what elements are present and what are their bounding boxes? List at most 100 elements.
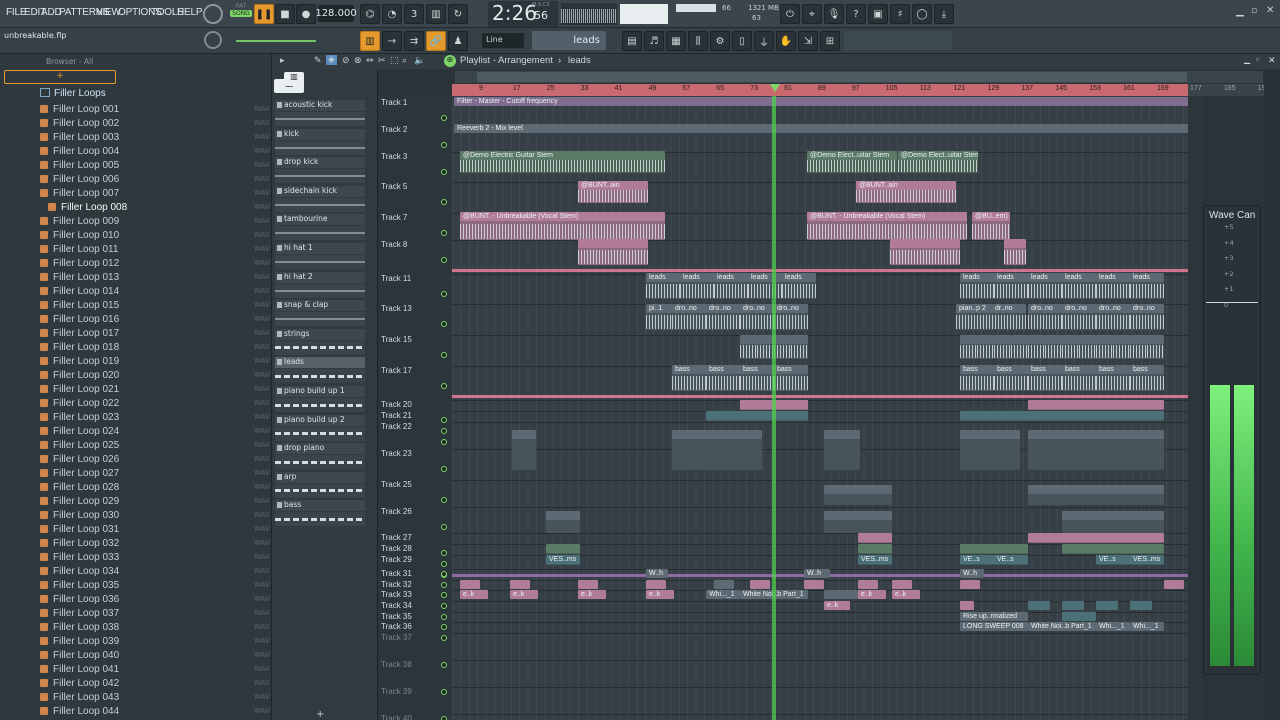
track-name[interactable]: Track 20: [381, 400, 412, 409]
track-name[interactable]: Track 39: [381, 687, 412, 696]
track-mute-led[interactable]: [441, 291, 447, 297]
playlist-clip[interactable]: [858, 533, 892, 543]
playlist-clip[interactable]: leads: [714, 273, 748, 299]
minimize-icon[interactable]: ▁: [1236, 6, 1244, 17]
playlist-clip[interactable]: bass: [1130, 365, 1164, 391]
track-mute-led[interactable]: [441, 439, 447, 445]
maximize-icon[interactable]: ▫: [1251, 6, 1257, 16]
track-name[interactable]: Track 5: [381, 182, 407, 191]
picker-item[interactable]: tambourine: [275, 214, 365, 241]
playlist-grid[interactable]: Filter - Master - Cutoff frequency Reever…: [452, 96, 1188, 720]
playlist-clip[interactable]: @Demo Elect..uitar Stem: [807, 151, 897, 173]
playlist-clip[interactable]: bass: [1028, 365, 1062, 391]
playlist-clip[interactable]: [1045, 335, 1062, 359]
track-mute-led[interactable]: [441, 603, 447, 609]
picker-item[interactable]: sidechain kick: [275, 185, 365, 213]
browser-item[interactable]: Filler Loop 008: [48, 200, 128, 214]
picker-item[interactable]: snap & clap: [275, 300, 365, 327]
hscroll-thumb[interactable]: [477, 72, 1187, 82]
browser-item[interactable]: Filler Loop 029: [40, 494, 119, 508]
master-volume-slider[interactable]: [236, 40, 316, 42]
track-name[interactable]: Track 21: [381, 411, 412, 420]
browser-item[interactable]: Filler Loop 016: [40, 312, 119, 326]
browser-item[interactable]: Filler Loop 038: [40, 620, 119, 634]
track-name[interactable]: Track 7: [381, 213, 407, 222]
playlist-clip[interactable]: [892, 580, 912, 589]
playlist-clip[interactable]: [460, 580, 480, 589]
select-icon[interactable]: ⬚: [390, 56, 399, 66]
playlist-clip[interactable]: VE..s: [1096, 555, 1130, 565]
playlist-clip[interactable]: @BUNT. - Unbreakable (Vocal Stem): [807, 212, 967, 240]
playlist-clip[interactable]: [960, 411, 1164, 421]
track-name[interactable]: Track 33: [381, 590, 412, 599]
playlist-clip[interactable]: [1147, 335, 1164, 359]
playlist-clip[interactable]: [1079, 335, 1096, 359]
playlist-clip[interactable]: leads: [994, 273, 1028, 299]
pat-song-switch[interactable]: PAT SONG: [230, 3, 252, 25]
playlist-clip[interactable]: [960, 580, 980, 589]
browser-item[interactable]: Filler Loop 007: [40, 186, 119, 200]
channel-rack-icon[interactable]: ▦: [666, 31, 686, 51]
track-name[interactable]: Track 23: [381, 449, 412, 458]
playlist-clip[interactable]: [740, 335, 757, 359]
playlist-clip[interactable]: W..h: [646, 569, 668, 578]
playlist-clip[interactable]: [1028, 430, 1164, 470]
track-mute-led[interactable]: [441, 428, 447, 434]
playlist-clip[interactable]: leads: [1028, 273, 1062, 299]
playlist-clip[interactable]: [824, 430, 860, 470]
playlist-clip[interactable]: [646, 580, 666, 589]
time-display[interactable]: 2:26 56 M:S:CS: [488, 1, 558, 27]
playlist-clip[interactable]: [750, 580, 770, 589]
picker-item[interactable]: arp: [275, 471, 365, 499]
playlist-clip[interactable]: dro..no: [1062, 304, 1096, 330]
playlist-clip[interactable]: Whi..._1: [706, 590, 740, 599]
playlist-clip[interactable]: [774, 335, 791, 359]
playlist-clip[interactable]: @BUNT..ain: [578, 181, 648, 203]
browser-item[interactable]: Filler Loop 010: [40, 228, 119, 242]
playlist-clip[interactable]: dro..no: [774, 304, 808, 330]
master-pitch-knob[interactable]: [204, 31, 222, 49]
song-position-icon[interactable]: ▥: [360, 31, 380, 51]
browser-item[interactable]: Filler Loop 009: [40, 214, 119, 228]
picker-item[interactable]: kick: [275, 128, 365, 156]
track-mute-led[interactable]: [441, 624, 447, 630]
browser-item[interactable]: Filler Loop 003: [40, 130, 119, 144]
picker-item[interactable]: leads: [275, 357, 365, 384]
browser-item[interactable]: Filler Loop 024: [40, 424, 119, 438]
playlist-clip[interactable]: bass: [672, 365, 706, 391]
track-name[interactable]: Track 31: [381, 569, 412, 578]
playlist-clip[interactable]: [858, 580, 878, 589]
playlist-clip[interactable]: [977, 335, 994, 359]
picker-item[interactable]: acoustic kick: [275, 100, 365, 127]
playlist-clip[interactable]: [1096, 601, 1118, 610]
playlist-clip[interactable]: leads: [748, 273, 782, 299]
track-name[interactable]: Track 28: [381, 544, 412, 553]
playlist-clip[interactable]: e..k: [858, 590, 886, 599]
browser-item[interactable]: Filler Loop 004: [40, 144, 119, 158]
pencil-icon[interactable]: ✎: [314, 56, 322, 66]
slice-icon[interactable]: ✂: [378, 56, 386, 66]
browser-item[interactable]: Filler Loop 033: [40, 550, 119, 564]
browser-item[interactable]: Filler Loop 020: [40, 368, 119, 382]
track-name[interactable]: Track 26: [381, 507, 412, 516]
slip-icon[interactable]: ⇔: [366, 56, 374, 66]
menu-help[interactable]: HELP: [177, 7, 203, 18]
browser-item[interactable]: Filler Loop 027: [40, 466, 119, 480]
mixer-icon[interactable]: ⌖: [802, 4, 822, 24]
track-name[interactable]: Track 22: [381, 422, 412, 431]
picker-item[interactable]: bass: [275, 500, 365, 527]
paint-icon[interactable]: ◈: [326, 55, 337, 65]
playlist-clip[interactable]: [1062, 335, 1079, 359]
arrow-right-icon[interactable]: →: [382, 31, 402, 51]
picker-item[interactable]: hi hat 2: [275, 271, 365, 299]
record-button[interactable]: ●: [296, 4, 316, 24]
browser-item[interactable]: Filler Loop 015: [40, 298, 119, 312]
playlist-clip[interactable]: White Noi..b Part_1: [1028, 622, 1096, 631]
browser-item[interactable]: Filler Loop 017: [40, 326, 119, 340]
playlist-clip[interactable]: @Demo Elect..uitar Stem: [898, 151, 978, 173]
track-mute-led[interactable]: [441, 230, 447, 236]
playlist-clip[interactable]: [1062, 511, 1164, 533]
playlist-clip[interactable]: [578, 239, 648, 265]
track-mute-led[interactable]: [441, 662, 447, 668]
plugin-icon[interactable]: ⚙: [710, 31, 730, 51]
